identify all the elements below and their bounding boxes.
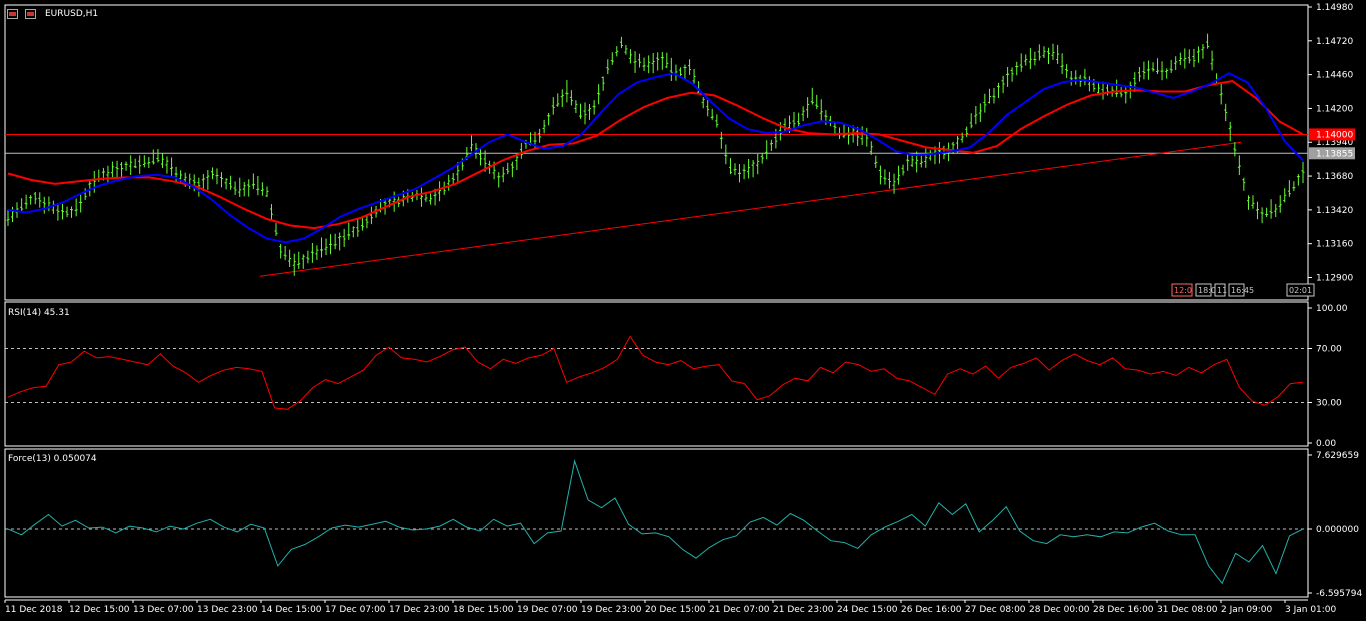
price-tick-label: 1.12900 [1316,273,1353,283]
force-tick-label: 7.629659 [1316,451,1359,461]
price-label-red: 1.14000 [1316,130,1353,140]
force-title: Force(13) 0.050074 [8,454,97,464]
time-tick-label: 19 Dec 07:00 [517,605,578,615]
price-tick-label: 1.14200 [1316,104,1353,114]
trendline [259,141,1242,277]
moving-average-fast-line [7,72,1304,244]
time-tick-label: 17 Dec 07:00 [325,605,386,615]
price-label-grey: 1.13855 [1316,149,1353,159]
time-tick-label: 13 Dec 23:00 [197,605,258,615]
force-tick-label: -6.595794 [1316,589,1362,599]
time-tick-label: 18 Dec 15:00 [453,605,514,615]
time-tick-label: 21 Dec 07:00 [709,605,770,615]
price-tick-label: 1.13680 [1316,172,1353,182]
force-line [7,459,1304,585]
trading-chart[interactable]: 1.149801.147201.144601.142001.139401.136… [0,0,1366,621]
time-box-label: 02:01 [1289,286,1312,295]
time-tick-label: 20 Dec 15:00 [645,605,706,615]
time-tick-label: 26 Dec 16:00 [901,605,962,615]
rsi-panel-frame [4,301,1309,447]
symbol-title: EURUSD,H1 [45,9,99,19]
time-tick-label: 13 Dec 07:00 [133,605,194,615]
time-tick-label: 24 Dec 15:00 [837,605,898,615]
price-tick-label: 1.14980 [1316,3,1353,13]
time-tick-label: 14 Dec 15:00 [261,605,322,615]
time-tick-label: 11 Dec 2018 [5,605,63,615]
force-tick-label: 0.000000 [1316,525,1359,535]
time-tick-label: 21 Dec 23:00 [773,605,834,615]
symbol-flag-icon [25,9,36,19]
force-panel-frame [4,448,1309,598]
time-tick-label: 27 Dec 08:00 [965,605,1026,615]
price-tick-label: 1.14720 [1316,37,1353,47]
time-tick-label: 19 Dec 23:00 [581,605,642,615]
rsi-title: RSI(14) 45.31 [8,308,70,318]
rsi-tick-label: 100.00 [1316,304,1348,314]
time-tick-label: 3 Jan 01:00 [1285,605,1337,615]
price-panel-frame [4,4,1309,301]
price-tick-label: 1.13160 [1316,240,1353,250]
rsi-tick-label: 0.00 [1316,439,1336,449]
time-box-label: 12:0 [1174,286,1192,295]
moving-average-slow-line [7,80,1304,230]
time-tick-label: 31 Dec 08:00 [1157,605,1218,615]
time-box-label: 18:0 [1198,286,1216,295]
price-tick-label: 1.13420 [1316,206,1353,216]
time-box-label: 16:45 [1231,286,1254,295]
rsi-tick-label: 30.00 [1316,399,1342,409]
time-tick-label: 17 Dec 23:00 [389,605,450,615]
rsi-tick-label: 70.00 [1316,345,1342,355]
time-box-label: 11 [1217,286,1227,295]
time-tick-label: 28 Dec 00:00 [1029,605,1090,615]
rsi-line [7,335,1304,410]
chart-window-icon [7,9,18,19]
time-tick-label: 12 Dec 15:00 [69,605,130,615]
time-tick-label: 2 Jan 09:00 [1221,605,1273,615]
time-tick-label: 28 Dec 16:00 [1093,605,1154,615]
price-tick-label: 1.14460 [1316,71,1353,81]
